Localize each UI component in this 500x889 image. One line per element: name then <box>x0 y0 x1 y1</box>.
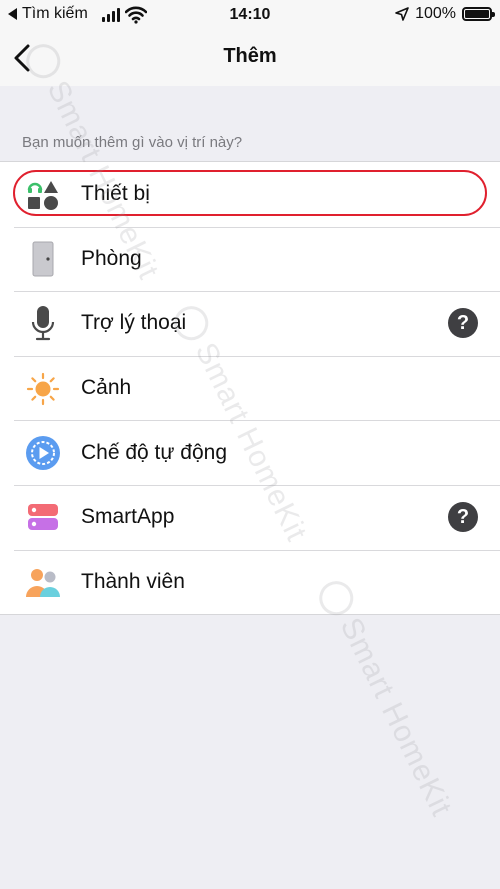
door-icon <box>25 241 61 277</box>
list-item-device[interactable]: Thiết bị <box>0 162 500 227</box>
sun-icon <box>25 370 61 406</box>
section-header: Bạn muốn thêm gì vào vị trí này? <box>22 134 243 151</box>
item-label: Cảnh <box>81 376 132 400</box>
members-icon <box>25 564 61 600</box>
item-label: SmartApp <box>81 505 175 529</box>
location-arrow-icon <box>395 7 409 21</box>
help-icon[interactable]: ? <box>448 502 478 533</box>
status-right: 100% <box>395 5 495 23</box>
battery-percent: 100% <box>415 5 456 22</box>
item-label: Thiết bị <box>81 182 150 206</box>
list-item-room[interactable]: Phòng <box>0 226 500 292</box>
play-clock-icon <box>25 435 61 471</box>
list-item-members[interactable]: Thành viên <box>0 549 500 615</box>
list-item-automation[interactable]: Chế độ tự động <box>0 420 500 485</box>
add-options-list: Thiết bị Phòng Trợ lý thoại ? Cảnh Chế đ… <box>0 161 500 616</box>
navigation-bar: Thêm <box>0 30 500 86</box>
item-label: Phòng <box>81 246 142 270</box>
smartapp-icon <box>25 499 61 535</box>
microphone-icon <box>25 305 61 341</box>
battery-icon <box>462 7 495 21</box>
list-item-smartapp[interactable]: SmartApp ? <box>0 484 500 550</box>
device-icon <box>25 176 61 212</box>
page-title: Thêm <box>223 45 277 67</box>
item-label: Thành viên <box>81 569 185 593</box>
list-item-scene[interactable]: Cảnh <box>0 355 500 421</box>
item-label: Chế độ tự động <box>81 440 227 464</box>
item-label: Trợ lý thoại <box>81 311 187 335</box>
status-bar: Tìm kiếm 14:10 100% <box>0 0 500 30</box>
list-item-voice-assistant[interactable]: Trợ lý thoại ? <box>0 291 500 356</box>
help-icon[interactable]: ? <box>448 308 478 339</box>
